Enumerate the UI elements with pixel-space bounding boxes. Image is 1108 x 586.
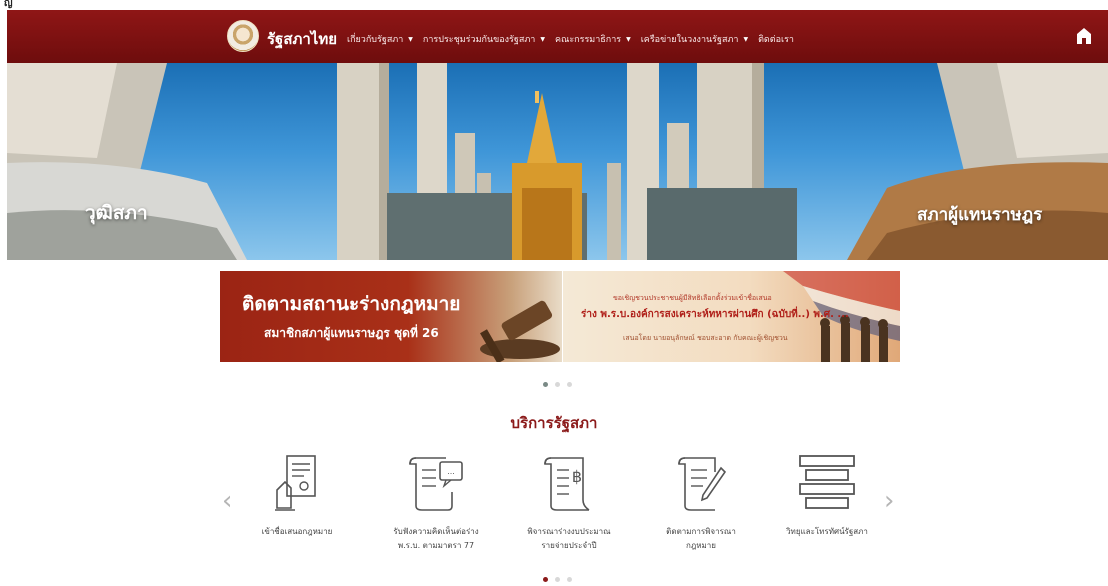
layers-icon bbox=[799, 455, 855, 509]
caret-down-icon: ▼ bbox=[408, 35, 413, 43]
service-public-hearing[interactable]: ... รับฟังความคิดเห็นต่อร่าง พ.ร.บ. ตามม… bbox=[371, 452, 501, 553]
home-icon[interactable] bbox=[1076, 27, 1092, 45]
top-strip: ญ bbox=[0, 0, 1108, 10]
service-track-law[interactable]: ติดตามการพิจารณา กฎหมาย bbox=[636, 452, 766, 553]
menu-item-label: เครือข่ายในวงงานรัฐสภา bbox=[640, 35, 739, 45]
house-of-representatives-link[interactable]: สภาผู้แทนราษฎร bbox=[917, 201, 1042, 228]
scroll-comment-icon: ... bbox=[409, 457, 463, 511]
services-section-title: บริการรัฐสภา bbox=[510, 414, 598, 432]
carousel-dot[interactable] bbox=[555, 577, 560, 582]
service-label: วิทยุและโทรทัศน์รัฐสภา bbox=[786, 527, 868, 536]
scroll-pen-icon bbox=[678, 457, 727, 511]
carousel-dot[interactable] bbox=[543, 382, 548, 387]
services-carousel-dots bbox=[543, 577, 572, 582]
carousel-dot[interactable] bbox=[555, 382, 560, 387]
menu-item-contact[interactable]: ติดต่อเรา bbox=[758, 32, 794, 46]
document-hand-icon bbox=[275, 455, 316, 511]
promo-right-line2: ร่าง พ.ร.บ.องค์การสงเคราะห์ทหารผ่านศึก (… bbox=[581, 309, 849, 320]
svg-text:฿: ฿ bbox=[572, 467, 582, 486]
veterans-bill-petition-banner[interactable]: ขอเชิญชวนประชาชนผู้มีสิทธิเลือกตั้งร่วมเ… bbox=[563, 271, 900, 362]
menu-item-committees[interactable]: คณะกรรมาธิการ ▼ bbox=[555, 32, 631, 46]
menu-item-network[interactable]: เครือข่ายในวงงานรัฐสภา ▼ bbox=[641, 32, 748, 46]
service-label: รับฟังความคิดเห็นต่อร่าง พ.ร.บ. ตามมาตรา… bbox=[393, 527, 479, 550]
menu-item-label: การประชุมร่วมกันของรัฐสภา bbox=[422, 35, 536, 45]
promo-left-subtitle: สมาชิกสภาผู้แทนราษฎร ชุดที่ 26 bbox=[264, 326, 439, 340]
menu-item-label: เกี่ยวกับรัฐสภา bbox=[347, 35, 404, 45]
menu-item-label: คณะกรรมาธิการ bbox=[554, 35, 622, 45]
service-label: ติดตามการพิจารณา กฎหมาย bbox=[666, 527, 736, 550]
hero-illustration bbox=[7, 63, 1108, 260]
menu-item-about[interactable]: เกี่ยวกับรัฐสภา ▼ bbox=[347, 32, 413, 46]
svg-text:...: ... bbox=[447, 467, 455, 476]
caret-down-icon: ▼ bbox=[626, 35, 631, 43]
promo-carousel-dots bbox=[543, 382, 572, 387]
caret-down-icon: ▼ bbox=[743, 35, 749, 43]
service-propose-law[interactable]: เข้าชื่อเสนอกฎหมาย bbox=[232, 452, 362, 539]
carousel-dot[interactable] bbox=[567, 382, 572, 387]
caret-down-icon: ▼ bbox=[540, 35, 545, 43]
promo-left-title: ติดตามสถานะร่างกฎหมาย bbox=[242, 293, 461, 315]
service-label: เข้าชื่อเสนอกฎหมาย bbox=[261, 527, 333, 536]
chevron-left-icon[interactable]: ‹ bbox=[222, 488, 232, 514]
site-name[interactable]: รัฐสภาไทย bbox=[267, 27, 337, 51]
senate-link[interactable]: วุฒิสภา bbox=[85, 198, 148, 228]
scroll-baht-icon: ฿ bbox=[544, 457, 590, 511]
menu-item-joint-session[interactable]: การประชุมร่วมกันของรัฐสภา ▼ bbox=[423, 32, 545, 46]
hero-banner: วุฒิสภา สภาผู้แทนราษฎร bbox=[7, 63, 1108, 260]
menu-item-label: ติดต่อเรา bbox=[758, 35, 794, 45]
service-budget[interactable]: ฿ พิจารณาร่างงบประมาณ รายจ่ายประจำปี bbox=[504, 452, 634, 553]
service-parliament-tv[interactable]: วิทยุและโทรทัศน์รัฐสภา bbox=[762, 452, 892, 539]
track-bill-status-banner[interactable]: ติดตามสถานะร่างกฎหมาย สมาชิกสภาผู้แทนราษ… bbox=[220, 271, 562, 362]
carousel-dot[interactable] bbox=[567, 577, 572, 582]
parliament-logo[interactable] bbox=[227, 20, 259, 52]
service-label: พิจารณาร่างงบประมาณ รายจ่ายประจำปี bbox=[527, 527, 611, 550]
main-menu: เกี่ยวกับรัฐสภา ▼ การประชุมร่วมกันของรัฐ… bbox=[347, 32, 794, 46]
top-navigation-bar: รัฐสภาไทย เกี่ยวกับรัฐสภา ▼ การประชุมร่ว… bbox=[7, 10, 1108, 63]
promo-right-line3: เสนอโดย นายอนุลักษณ์ ชอบสะอาด กับคณะผู้เ… bbox=[623, 334, 788, 342]
carousel-dot[interactable] bbox=[543, 577, 548, 582]
promo-right-line1: ขอเชิญชวนประชาชนผู้มีสิทธิเลือกตั้งร่วมเ… bbox=[613, 294, 772, 302]
